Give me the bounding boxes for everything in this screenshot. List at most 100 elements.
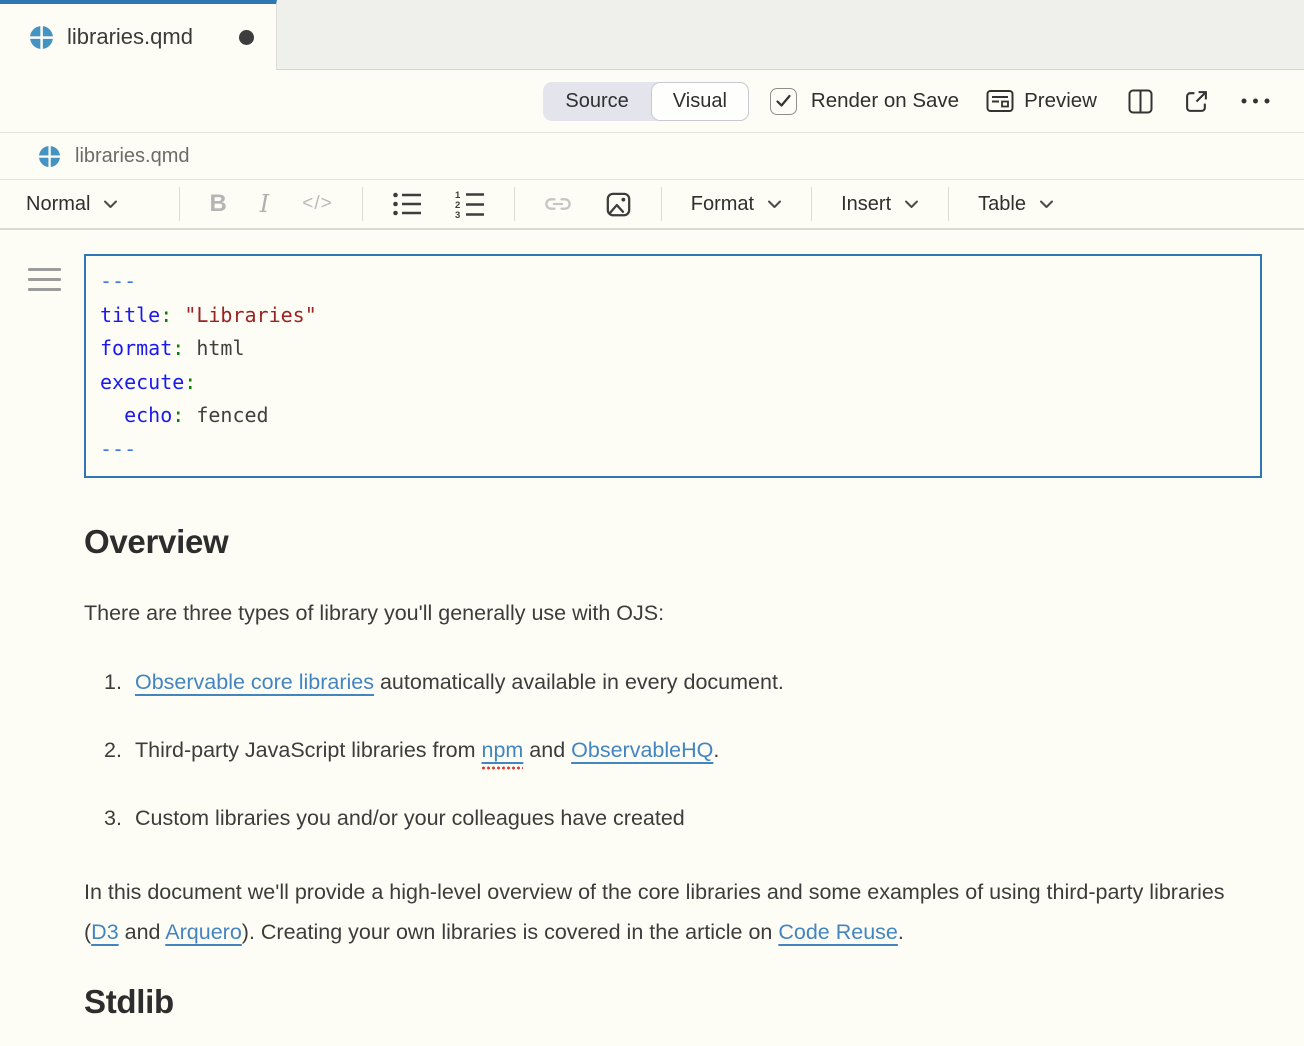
editor-canvas[interactable]: --- title: "Libraries" format: html exec… <box>0 230 1304 1022</box>
numbered-list-icon: 1 2 3 <box>455 190 485 219</box>
ellipsis-icon <box>1240 97 1271 105</box>
numbered-list-button[interactable]: 1 2 3 <box>455 190 485 219</box>
link[interactable]: ObservableHQ <box>571 738 713 762</box>
text-segment: : <box>172 336 184 360</box>
render-on-save-checkbox[interactable] <box>770 88 797 115</box>
text-segment: --- <box>100 269 136 293</box>
checkmark-icon <box>775 94 792 108</box>
yaml-line: echo: fenced <box>100 399 1246 433</box>
closing-paragraph: In this document we'll provide a high-le… <box>84 872 1232 952</box>
yaml-line: title: "Libraries" <box>100 299 1246 333</box>
yaml-line: format: html <box>100 332 1246 366</box>
text-segment: : <box>172 403 184 427</box>
code-icon: </> <box>302 193 332 215</box>
text-segment: and <box>119 920 166 944</box>
paragraph-style-dropdown[interactable]: Normal <box>26 193 118 216</box>
heading-stdlib: Stdlib <box>84 982 1262 1022</box>
list-marker: 3. <box>104 804 135 833</box>
format-menu[interactable]: Format <box>691 193 782 216</box>
preview-icon <box>986 89 1014 113</box>
list-item: 3. Custom libraries you and/or your coll… <box>104 804 1262 833</box>
source-mode-button[interactable]: Source <box>543 82 650 121</box>
insert-menu-label: Insert <box>841 193 891 216</box>
text-segment: ). Creating your own libraries is covere… <box>242 920 779 944</box>
unsaved-indicator-dot <box>239 30 254 45</box>
chevron-down-icon <box>767 199 782 209</box>
visual-mode-button[interactable]: Visual <box>651 82 749 121</box>
list-marker: 2. <box>104 736 135 765</box>
inline-code-button[interactable]: </> <box>302 193 332 215</box>
editor-toolbar: Source Visual Render on Save Preview <box>0 70 1304 133</box>
text-segment: automatically available in every documen… <box>374 670 784 694</box>
more-options-button[interactable] <box>1240 97 1271 105</box>
insert-link-button[interactable] <box>544 190 572 218</box>
yaml-line: execute: <box>100 366 1246 400</box>
text-segment: title <box>100 303 160 327</box>
render-on-save-label: Render on Save <box>811 89 959 113</box>
format-toolbar: Normal B I </> 1 2 3 <box>0 180 1304 230</box>
quarto-icon <box>29 25 54 50</box>
yaml-line: --- <box>100 265 1246 299</box>
bold-button[interactable]: B <box>209 190 226 218</box>
svg-text:3: 3 <box>455 210 460 219</box>
text-segment: and <box>523 738 571 762</box>
preview-button[interactable]: Preview <box>986 89 1097 113</box>
text-segment: echo <box>124 403 172 427</box>
insert-image-button[interactable] <box>605 191 632 218</box>
text-segment: . <box>898 920 904 944</box>
intro-paragraph: There are three types of library you'll … <box>84 598 1262 628</box>
heading-overview: Overview <box>84 522 1262 562</box>
render-on-save-control[interactable]: Render on Save <box>770 88 959 115</box>
list-item-text: Custom libraries you and/or your colleag… <box>135 804 685 833</box>
toolbar-divider <box>179 187 180 221</box>
bold-icon: B <box>209 190 226 218</box>
text-segment: Third-party JavaScript libraries from <box>135 738 481 762</box>
list-item: 1. Observable core libraries automatical… <box>104 668 1262 697</box>
link[interactable]: Arquero <box>165 920 242 944</box>
text-segment: . <box>713 738 719 762</box>
text-segment: "Libraries" <box>184 303 316 327</box>
chevron-down-icon <box>103 199 118 209</box>
table-menu-label: Table <box>978 193 1026 216</box>
chevron-down-icon <box>1039 199 1054 209</box>
insert-menu[interactable]: Insert <box>841 193 919 216</box>
link[interactable]: D3 <box>91 920 118 944</box>
link-icon <box>544 190 572 218</box>
italic-icon: I <box>260 190 269 218</box>
library-types-list: 1. Observable core libraries automatical… <box>84 668 1262 833</box>
toolbar-divider <box>362 187 363 221</box>
tab-bar: libraries.qmd <box>0 0 1304 70</box>
text-segment: : <box>160 303 172 327</box>
yaml-front-matter-block[interactable]: --- title: "Libraries" format: html exec… <box>84 254 1262 478</box>
breadcrumb-filename[interactable]: libraries.qmd <box>75 145 189 168</box>
breadcrumb: libraries.qmd <box>0 133 1304 180</box>
toolbar-divider <box>811 187 812 221</box>
list-marker: 1. <box>104 668 135 697</box>
split-editor-button[interactable] <box>1128 89 1153 114</box>
toolbar-divider <box>948 187 949 221</box>
text-segment: --- <box>100 437 136 461</box>
split-pane-icon <box>1128 89 1153 114</box>
block-drag-handle[interactable] <box>28 268 61 298</box>
quarto-icon <box>38 145 61 168</box>
list-item-text: Third-party JavaScript libraries from np… <box>135 736 719 765</box>
text-segment: html <box>184 336 244 360</box>
text-segment: format <box>100 336 172 360</box>
bullet-list-icon <box>392 191 422 217</box>
text-segment: fenced <box>184 403 268 427</box>
bullet-list-button[interactable] <box>392 191 422 217</box>
table-menu[interactable]: Table <box>978 193 1054 216</box>
open-external-button[interactable] <box>1184 89 1209 114</box>
toolbar-divider <box>661 187 662 221</box>
link[interactable]: Code Reuse <box>778 920 898 944</box>
italic-button[interactable]: I <box>260 190 269 218</box>
tab-bar-empty-area <box>277 0 1304 70</box>
link[interactable]: npm <box>481 738 523 770</box>
link[interactable]: Observable core libraries <box>135 670 374 694</box>
tab-libraries-qmd[interactable]: libraries.qmd <box>0 0 277 70</box>
toolbar-divider <box>514 187 515 221</box>
text-segment: execute <box>100 370 184 394</box>
text-segment: Custom libraries you and/or your colleag… <box>135 806 685 830</box>
text-segment <box>100 403 124 427</box>
text-segment <box>172 303 184 327</box>
